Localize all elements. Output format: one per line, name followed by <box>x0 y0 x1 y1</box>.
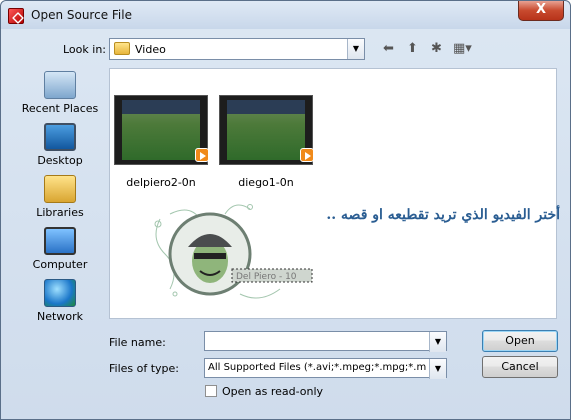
recent-places-icon <box>44 71 76 99</box>
place-label: Desktop <box>37 154 83 167</box>
computer-icon <box>44 227 76 255</box>
file-name: delpiero2-0n <box>126 176 196 189</box>
play-icon <box>195 148 209 162</box>
read-only-label[interactable]: Open as read-only <box>222 385 323 398</box>
file-item[interactable]: delpiero2-0n <box>113 95 209 189</box>
file-item[interactable]: diego1-0n <box>218 95 314 189</box>
place-label: Computer <box>32 258 88 271</box>
read-only-checkbox[interactable] <box>205 385 217 397</box>
place-label: Libraries <box>36 206 84 219</box>
file-type-value: All Supported Files (*.avi;*.mpeg;*.mpg;… <box>208 362 426 373</box>
open-source-file-dialog: Open Source File X Look in: Video ▼ ⬅ ⬆ … <box>0 0 571 420</box>
window-title: Open Source File <box>31 8 132 22</box>
look-in-dropdown[interactable]: Video ▼ <box>109 38 365 60</box>
video-thumbnail <box>114 95 209 165</box>
play-icon <box>300 148 314 162</box>
place-label: Recent Places <box>21 102 99 115</box>
place-recent-places[interactable]: Recent Places <box>21 67 99 119</box>
desktop-icon <box>44 123 76 151</box>
place-network[interactable]: Network <box>21 275 99 327</box>
folder-icon <box>114 42 130 55</box>
look-in-label: Look in: <box>63 43 106 56</box>
title-bar[interactable]: Open Source File X <box>1 1 570 29</box>
chevron-down-icon[interactable]: ▼ <box>429 332 446 352</box>
look-in-value: Video <box>135 43 166 56</box>
file-name: diego1-0n <box>238 176 294 189</box>
views-menu-icon[interactable]: ▦▾ <box>453 40 472 58</box>
libraries-icon <box>44 175 76 203</box>
place-libraries[interactable]: Libraries <box>21 171 99 223</box>
network-icon <box>44 279 76 307</box>
app-icon <box>8 8 24 24</box>
file-name-label: File name: <box>109 336 166 349</box>
places-bar: Recent Places Desktop Libraries Computer… <box>21 67 99 327</box>
place-computer[interactable]: Computer <box>21 223 99 275</box>
file-type-label: Files of type: <box>109 362 180 375</box>
place-label: Network <box>37 310 83 323</box>
file-type-dropdown[interactable]: All Supported Files (*.avi;*.mpeg;*.mpg;… <box>204 358 447 379</box>
back-icon[interactable]: ⬅ <box>383 40 394 58</box>
file-list[interactable]: delpiero2-0n diego1-0n Del Piero - 10 أخ… <box>109 68 560 319</box>
chevron-down-icon[interactable]: ▼ <box>347 39 364 59</box>
video-thumbnail <box>219 95 314 165</box>
new-folder-icon[interactable]: ✱ <box>431 40 442 58</box>
instruction-overlay-text: أختر الفيديو الذي تريد تقطيعه او قصه .. <box>326 207 560 223</box>
logo-caption: Del Piero - 10 <box>236 272 297 282</box>
up-folder-icon[interactable]: ⬆ <box>407 40 418 58</box>
close-button[interactable]: X <box>518 1 564 21</box>
cancel-button[interactable]: Cancel <box>482 356 558 378</box>
chevron-down-icon[interactable]: ▼ <box>429 359 446 379</box>
place-desktop[interactable]: Desktop <box>21 119 99 171</box>
file-name-field[interactable]: ▼ <box>204 331 447 352</box>
open-button[interactable]: Open <box>482 330 558 352</box>
